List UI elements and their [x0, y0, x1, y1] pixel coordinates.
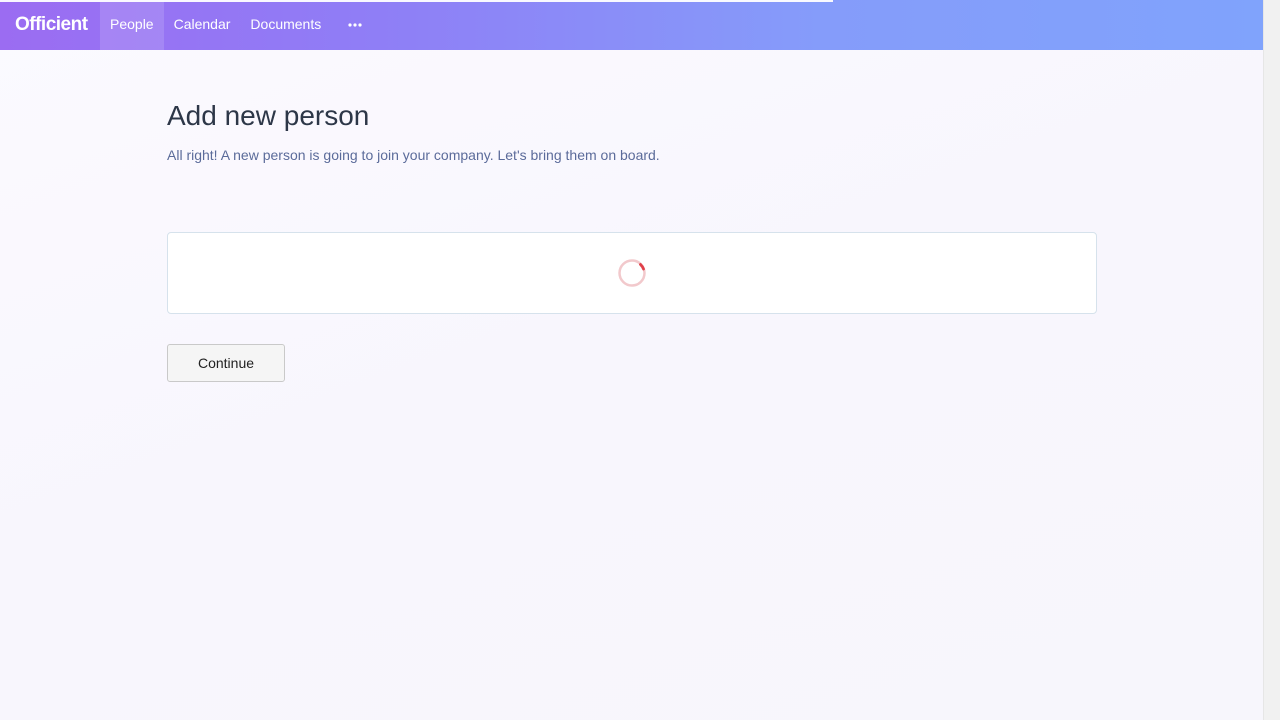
page-title: Add new person: [167, 100, 370, 131]
new-person-form-card: [167, 232, 1097, 314]
more-menu-button[interactable]: [335, 0, 375, 50]
loading-spinner-icon: [618, 259, 646, 287]
continue-button[interactable]: Continue: [167, 344, 285, 382]
nav-item-people[interactable]: People: [100, 0, 164, 50]
nav-item-calendar[interactable]: Calendar: [164, 0, 241, 50]
nav-item-documents[interactable]: Documents: [240, 0, 331, 50]
more-horizontal-icon: [348, 23, 362, 27]
app-logo[interactable]: Officient: [0, 0, 100, 50]
page-load-progress-bar: [0, 0, 833, 2]
vertical-scrollbar[interactable]: [1263, 0, 1280, 720]
page-viewport: Officient People Calendar Documents Add …: [0, 0, 1263, 720]
top-navigation-bar: Officient People Calendar Documents: [0, 0, 1263, 50]
page-subtitle: All right! A new person is going to join…: [167, 147, 660, 163]
